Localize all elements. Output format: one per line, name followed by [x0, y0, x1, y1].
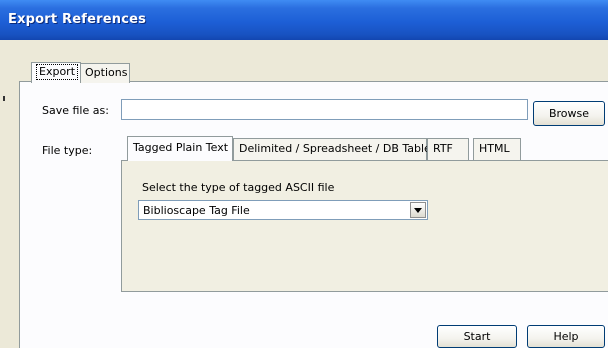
tab-html[interactable]: HTML — [473, 138, 521, 160]
title-bar[interactable]: Export References — [0, 0, 608, 40]
export-references-window: Export References Export Options Save fi… — [0, 0, 608, 348]
start-button-label: Start — [463, 330, 491, 343]
tagged-plain-text-panel — [121, 160, 608, 292]
tagged-type-dropdown[interactable]: Biblioscape Tag File — [138, 200, 428, 220]
save-file-input[interactable] — [121, 99, 528, 120]
tagged-type-prompt: Select the type of tagged ASCII file — [142, 181, 335, 194]
tab-rtf[interactable]: RTF — [427, 138, 469, 160]
save-file-label: Save file as: — [42, 104, 109, 117]
tab-tagged-plain-text[interactable]: Tagged Plain Text — [127, 136, 233, 161]
tab-options[interactable]: Options — [80, 63, 130, 83]
tab-html-label: HTML — [479, 142, 510, 155]
tab-delimited-label: Delimited / Spreadsheet / DB Table — [239, 142, 431, 155]
file-type-label: File type: — [42, 144, 93, 157]
help-button[interactable]: Help — [527, 325, 605, 348]
help-button-label: Help — [553, 330, 579, 343]
tab-delimited[interactable]: Delimited / Spreadsheet / DB Table — [233, 138, 431, 160]
browse-button[interactable]: Browse — [533, 101, 605, 126]
edge-marker — [3, 96, 5, 101]
dropdown-arrow-button[interactable] — [410, 202, 426, 218]
window-title: Export References — [8, 12, 147, 27]
chevron-down-icon — [414, 208, 422, 213]
start-button[interactable]: Start — [437, 325, 517, 348]
tab-options-label: Options — [85, 66, 128, 79]
tab-export-label: Export — [36, 64, 79, 80]
tab-tagged-plain-text-label: Tagged Plain Text — [133, 141, 229, 154]
tagged-type-selected: Biblioscape Tag File — [143, 204, 250, 217]
browse-button-label: Browse — [548, 107, 590, 120]
tab-rtf-label: RTF — [433, 142, 453, 155]
tab-export[interactable]: Export — [31, 62, 81, 83]
